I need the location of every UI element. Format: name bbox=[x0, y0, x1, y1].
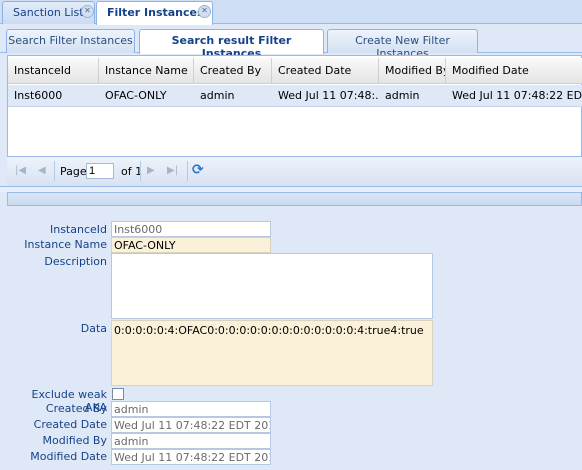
form-panel-header bbox=[7, 192, 582, 206]
column-header-modified-date[interactable]: Modified Date bbox=[446, 58, 582, 84]
close-icon[interactable]: ✕ bbox=[198, 5, 211, 18]
tab-search-result-filter-instances[interactable]: Search result Filter Instances bbox=[139, 29, 324, 60]
instanceid-field[interactable]: Inst6000 bbox=[111, 221, 271, 237]
page-label: Page bbox=[60, 165, 87, 178]
tab-label: Sanction List bbox=[13, 6, 84, 19]
tab-label: Filter Instances bbox=[107, 6, 204, 19]
cell-instanceid: Inst6000 bbox=[14, 89, 63, 102]
cell-modified-by: admin bbox=[385, 89, 420, 102]
modified-by-label: Modified By bbox=[42, 434, 108, 447]
exclude-weak-aka-checkbox[interactable] bbox=[112, 388, 124, 400]
tab-label: Search Filter Instances bbox=[8, 34, 133, 47]
outer-tab-bar: Sanction List ✕ Filter Instances ✕ bbox=[0, 0, 582, 25]
close-icon[interactable]: ✕ bbox=[81, 5, 94, 18]
page-number-input[interactable] bbox=[86, 163, 114, 179]
prev-page-icon[interactable]: ◀ bbox=[38, 165, 46, 176]
cell-modified-date: Wed Jul 11 07:48:22 EDT... bbox=[452, 89, 582, 102]
cell-created-date: Wed Jul 11 07:48:... bbox=[278, 89, 379, 102]
data-label: Data bbox=[80, 322, 107, 335]
instanceid-label: InstanceId bbox=[49, 223, 107, 236]
column-header-created-date[interactable]: Created Date bbox=[272, 58, 379, 84]
first-page-icon[interactable]: |◀ bbox=[15, 165, 26, 176]
next-page-icon[interactable]: ▶ bbox=[147, 165, 155, 176]
tab-filter-instances[interactable]: Filter Instances ✕ bbox=[96, 1, 213, 25]
instance-name-label: Instance Name bbox=[24, 238, 107, 251]
tab-sanction-list[interactable]: Sanction List ✕ bbox=[2, 1, 95, 24]
tab-create-new-filter-instances[interactable]: Create New Filter Instances bbox=[327, 29, 478, 60]
paging-toolbar: |◀ ◀ Page of 1 ▶ ▶| ⟳ bbox=[7, 156, 582, 186]
modified-date-field[interactable]: Wed Jul 11 07:48:22 EDT 2012 bbox=[111, 449, 271, 465]
last-page-icon[interactable]: ▶| bbox=[167, 165, 178, 176]
created-by-field[interactable]: admin bbox=[111, 401, 271, 417]
refresh-icon[interactable]: ⟳ bbox=[192, 162, 204, 178]
grid-header: InstanceId Instance Name Created By Crea… bbox=[8, 58, 582, 84]
description-label: Description bbox=[44, 255, 107, 268]
modified-by-field[interactable]: admin bbox=[111, 433, 271, 449]
cell-created-by: admin bbox=[200, 89, 235, 102]
table-row[interactable]: Inst6000 OFAC-ONLY admin Wed Jul 11 07:4… bbox=[8, 85, 582, 107]
cell-instance-name: OFAC-ONLY bbox=[105, 89, 167, 102]
inner-tab-bar: Search Filter Instances Search result Fi… bbox=[0, 25, 582, 60]
page-count-label: of 1 bbox=[121, 165, 143, 178]
created-date-label: Created Date bbox=[33, 418, 107, 431]
separator bbox=[140, 161, 141, 181]
column-header-instanceid[interactable]: InstanceId bbox=[8, 58, 99, 84]
column-header-instance-name[interactable]: Instance Name bbox=[99, 58, 194, 84]
description-textarea[interactable] bbox=[111, 253, 433, 319]
column-header-modified-by[interactable]: Modified By bbox=[379, 58, 446, 84]
modified-date-label: Modified Date bbox=[30, 450, 107, 463]
column-header-created-by[interactable]: Created By bbox=[194, 58, 272, 84]
instance-name-field[interactable]: OFAC-ONLY bbox=[111, 237, 271, 253]
tab-search-filter-instances[interactable]: Search Filter Instances bbox=[6, 29, 135, 53]
separator bbox=[54, 161, 55, 181]
created-date-field[interactable]: Wed Jul 11 07:48:22 EDT 2012 bbox=[111, 417, 271, 433]
separator bbox=[187, 161, 188, 181]
data-textarea[interactable]: 0:0:0:0:0:4:OFAC0:0:0:0:0:0:0:0:0:0:0:0:… bbox=[111, 320, 433, 386]
created-by-label: Created By bbox=[45, 402, 107, 415]
